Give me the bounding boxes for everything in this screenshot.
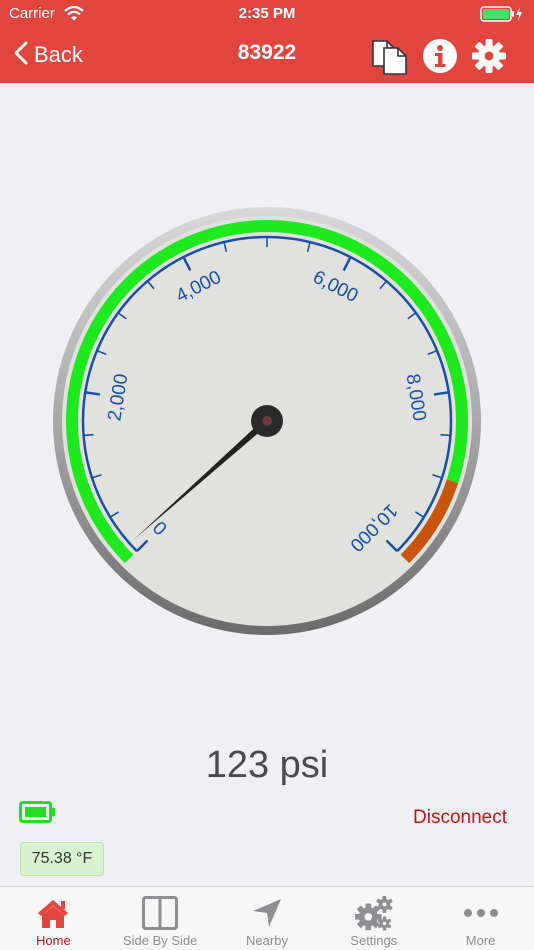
tab-home-label: Home [36, 933, 71, 948]
pressure-reading: 123 psi [205, 744, 329, 786]
chevron-left-icon [14, 41, 28, 70]
back-label: Back [34, 42, 83, 67]
gear-icon[interactable] [469, 36, 509, 76]
tab-side-by-side-label: Side By Side [122, 933, 198, 948]
side-by-side-icon [140, 895, 180, 931]
tab-bar: Home Side By Side Nearby Settings More [0, 886, 534, 950]
gears-icon [354, 895, 394, 931]
status-time: 2:35 PM [238, 5, 296, 22]
pressure-gauge: 02,0004,000 6,0008,00010,000 [53, 207, 481, 635]
battery-full-icon [19, 801, 57, 828]
gauge-hub-center [262, 416, 272, 426]
nav-bar: Back 83922 [0, 28, 534, 83]
tab-settings-label: Settings [350, 933, 398, 948]
tab-more[interactable]: More [427, 887, 534, 950]
info-icon[interactable] [420, 36, 460, 76]
tab-nearby[interactable]: Nearby [214, 887, 321, 950]
temperature-value: 75.38 °F [31, 850, 93, 867]
gauge-minor-tick [440, 433, 451, 437]
tab-home[interactable]: Home [0, 887, 107, 950]
status-bar: Carrier 2:35 PM [0, 0, 534, 28]
temperature-badge: 75.38 °F [20, 842, 104, 876]
tab-nearby-label: Nearby [246, 933, 288, 948]
disconnect-button[interactable]: Disconnect [413, 807, 507, 829]
back-button[interactable]: Back [14, 38, 83, 72]
location-arrow-icon [247, 895, 287, 931]
more-dots-icon [461, 895, 501, 931]
copy-icon[interactable] [370, 36, 410, 76]
gauge-minor-tick [83, 433, 94, 437]
tab-settings[interactable]: Settings [320, 887, 427, 950]
tab-more-label: More [465, 933, 496, 948]
tab-side-by-side[interactable]: Side By Side [107, 887, 214, 950]
battery-icon [480, 6, 524, 26]
home-icon [33, 895, 73, 931]
